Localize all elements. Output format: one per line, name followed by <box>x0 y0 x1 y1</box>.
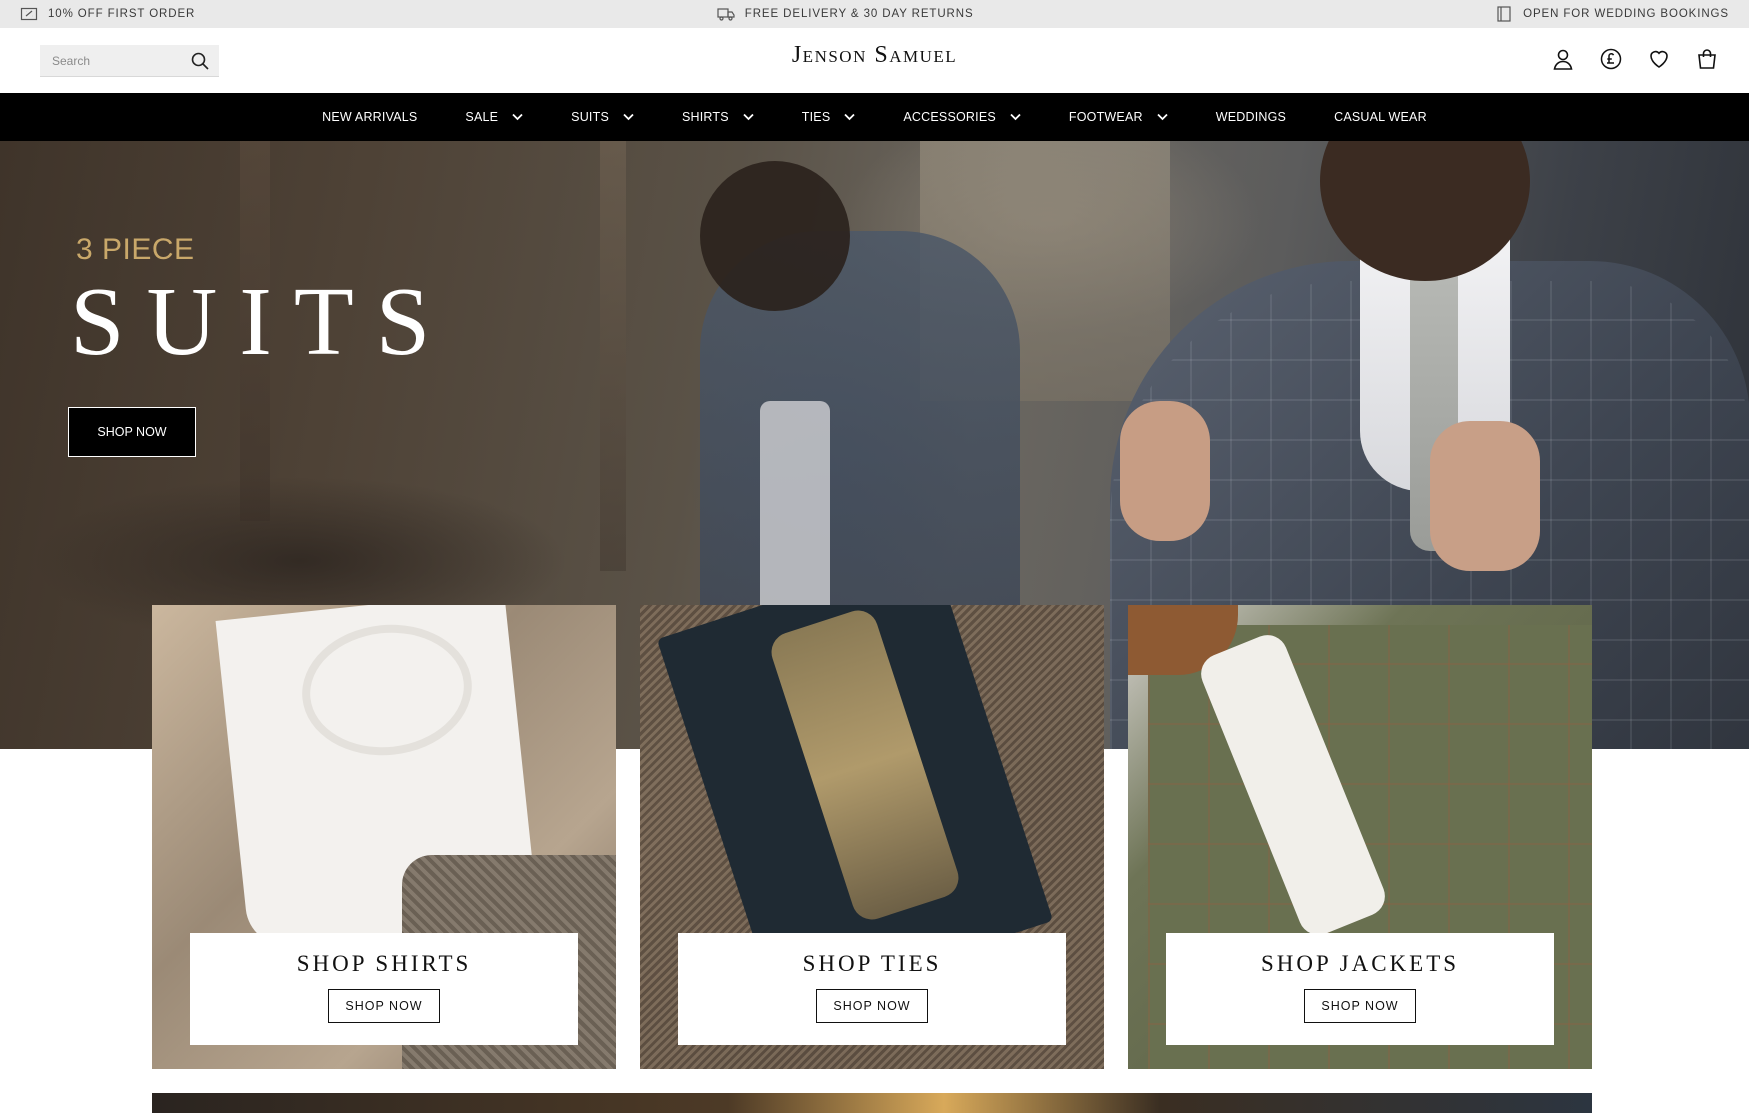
main-nav: NEW ARRIVALS SALE SUITS SHIRTS TIES ACCE… <box>0 93 1749 141</box>
currency-button[interactable] <box>1599 47 1623 71</box>
wishlist-button[interactable] <box>1647 47 1671 71</box>
currency-pound-icon <box>1600 48 1622 70</box>
nav-label: SHIRTS <box>681 110 729 124</box>
account-icon <box>1553 49 1573 70</box>
nav-item-shirts[interactable]: SHIRTS <box>658 110 778 124</box>
announcement-weddings[interactable]: OPEN FOR WEDDING BOOKINGS <box>1495 6 1729 22</box>
book-icon <box>1497 6 1511 22</box>
chevron-down-icon <box>623 113 634 121</box>
shop-jackets-button[interactable]: SHOP NOW <box>1304 989 1416 1023</box>
nav-item-footwear[interactable]: FOOTWEAR <box>1045 110 1192 124</box>
category-tile-jackets[interactable]: SHOP JACKETS SHOP NOW <box>1128 605 1592 1069</box>
nav-label: ACCESSORIES <box>903 110 996 124</box>
next-section-banner[interactable] <box>152 1093 1592 1113</box>
category-tiles: SHOP SHIRTS SHOP NOW SHOP TIES SHOP NOW … <box>152 605 1592 1070</box>
truck-icon <box>717 8 735 21</box>
nav-label: WEDDINGS <box>1215 110 1287 124</box>
hero-photo-model <box>1430 421 1540 571</box>
nav-label: NEW ARRIVALS <box>322 110 418 124</box>
announcement-center-text: FREE DELIVERY & 30 DAY RETURNS <box>744 8 974 20</box>
announcement-delivery[interactable]: FREE DELIVERY & 30 DAY RETURNS <box>717 6 974 22</box>
header-icons <box>1551 47 1719 71</box>
category-tile-shirts[interactable]: SHOP SHIRTS SHOP NOW <box>152 605 616 1069</box>
nav-item-sale[interactable]: SALE <box>441 110 547 124</box>
category-tile-ties[interactable]: SHOP TIES SHOP NOW <box>640 605 1104 1069</box>
tile-card: SHOP JACKETS SHOP NOW <box>1166 933 1554 1045</box>
tile-title: SHOP SHIRTS <box>296 951 472 976</box>
hero-shop-now-button[interactable]: SHOP NOW <box>68 407 196 457</box>
shop-shirts-button[interactable]: SHOP NOW <box>328 989 440 1023</box>
site-logo[interactable]: Jenson Samuel <box>0 42 1749 69</box>
hero-photo-model <box>700 161 850 311</box>
nav-label: SUITS <box>571 110 609 124</box>
tile-card: SHOP SHIRTS SHOP NOW <box>190 933 578 1045</box>
hero-photo-model <box>1120 401 1210 541</box>
announcement-left-text: 10% OFF FIRST ORDER <box>48 8 196 20</box>
chevron-down-icon <box>1010 113 1021 121</box>
tile-title: SHOP JACKETS <box>1260 951 1460 976</box>
account-button[interactable] <box>1551 47 1575 71</box>
nav-item-casual-wear[interactable]: CASUAL WEAR <box>1310 110 1451 124</box>
announcement-discount[interactable]: 10% OFF FIRST ORDER <box>20 6 195 22</box>
nav-label: FOOTWEAR <box>1068 110 1143 124</box>
hero-title: SUITS <box>70 268 453 376</box>
hero-subtitle: 3 PIECE <box>76 233 195 266</box>
chevron-down-icon <box>1157 113 1168 121</box>
bag-button[interactable] <box>1695 47 1719 71</box>
chevron-down-icon <box>743 113 754 121</box>
nav-label: SALE <box>465 110 499 124</box>
nav-item-ties[interactable]: TIES <box>778 110 880 124</box>
site-header: Jenson Samuel <box>0 28 1749 93</box>
announcement-right-text: OPEN FOR WEDDING BOOKINGS <box>1523 8 1729 20</box>
tile-title: SHOP TIES <box>802 951 942 976</box>
announcement-bar: 10% OFF FIRST ORDER FREE DELIVERY & 30 D… <box>0 0 1749 28</box>
shop-ties-button[interactable]: SHOP NOW <box>816 989 928 1023</box>
chevron-down-icon <box>844 113 856 121</box>
hero-photo-model <box>760 401 830 621</box>
bag-icon <box>1698 49 1716 69</box>
nav-item-suits[interactable]: SUITS <box>547 110 658 124</box>
tile-card: SHOP TIES SHOP NOW <box>678 933 1066 1045</box>
wishlist-heart-icon <box>1650 50 1668 68</box>
ticket-icon <box>20 7 38 21</box>
nav-label: TIES <box>801 110 831 124</box>
logo-text: Jenson Samuel <box>791 42 958 68</box>
nav-label: CASUAL WEAR <box>1334 110 1427 124</box>
nav-item-new-arrivals[interactable]: NEW ARRIVALS <box>298 110 441 124</box>
nav-item-weddings[interactable]: WEDDINGS <box>1192 110 1310 124</box>
chevron-down-icon <box>512 113 523 121</box>
hero-photo-background <box>600 141 626 571</box>
nav-item-accessories[interactable]: ACCESSORIES <box>879 110 1045 124</box>
